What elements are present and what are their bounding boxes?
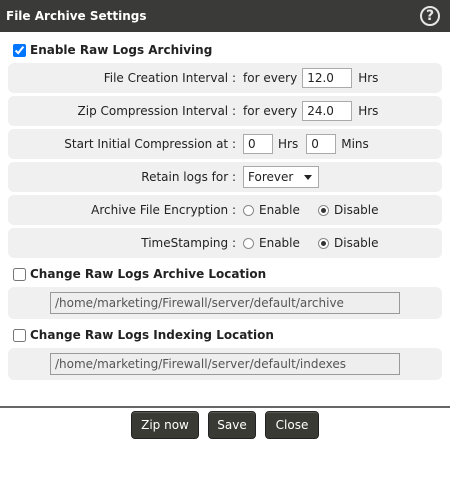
archive-location-checkbox[interactable] [13, 267, 26, 281]
footer-buttons: Zip now Save Close [0, 411, 450, 439]
close-button[interactable]: Close [265, 411, 319, 439]
start-compression-hrs-input[interactable] [243, 134, 273, 154]
timestamping-disable-label: Disable [334, 236, 379, 250]
encryption-label: Archive File Encryption : [91, 203, 236, 217]
encryption-value-group: Enable Disable [243, 203, 379, 217]
encryption-enable-label: Enable [259, 203, 300, 217]
encryption-row: Archive File Encryption : Enable Disable [8, 195, 442, 225]
file-creation-input[interactable] [302, 68, 353, 88]
retain-logs-row: Retain logs for : Forever [8, 162, 442, 192]
enable-archiving-row: Enable Raw Logs Archiving [13, 40, 442, 60]
timestamping-label: TimeStamping : [141, 236, 236, 250]
help-icon[interactable]: ? [420, 6, 440, 26]
indexing-location-row: Change Raw Logs Indexing Location [13, 325, 442, 345]
zip-compression-row: Zip Compression Interval : for every Hrs [8, 96, 442, 126]
start-compression-value-group: Hrs Mins [243, 134, 369, 154]
retain-logs-value-group: Forever [243, 166, 319, 188]
timestamping-disable-radio[interactable] [318, 237, 329, 249]
chevron-down-icon [304, 174, 312, 180]
timestamping-enable-label: Enable [259, 236, 300, 250]
archive-location-label: Change Raw Logs Archive Location [30, 267, 267, 281]
footer-divider [0, 406, 450, 408]
start-compression-hrs-unit: Hrs [278, 137, 299, 151]
archive-location-row: Change Raw Logs Archive Location [13, 264, 442, 284]
dialog-titlebar: File Archive Settings ? [0, 0, 450, 32]
retain-logs-selected: Forever [248, 170, 294, 184]
file-creation-label: File Creation Interval : [103, 71, 236, 85]
enable-archiving-label: Enable Raw Logs Archiving [30, 43, 213, 57]
indexing-path-row [8, 348, 442, 380]
zip-now-button[interactable]: Zip now [131, 411, 199, 439]
enable-archiving-checkbox[interactable] [13, 43, 26, 57]
retain-logs-select[interactable]: Forever [243, 166, 319, 188]
timestamping-value-group: Enable Disable [243, 236, 379, 250]
encryption-enable-radio[interactable] [243, 204, 254, 216]
encryption-enable-option[interactable]: Enable [243, 203, 318, 217]
encryption-disable-option[interactable]: Disable [318, 203, 379, 217]
dialog-title: File Archive Settings [6, 9, 147, 23]
indexing-location-checkbox[interactable] [13, 328, 26, 342]
archive-path-row [8, 287, 442, 319]
retain-logs-label: Retain logs for : [141, 170, 236, 184]
start-compression-mins-unit: Mins [341, 137, 369, 151]
file-creation-prefix: for every [243, 71, 298, 85]
file-archive-settings-dialog: File Archive Settings ? Enable Raw Logs … [0, 0, 450, 483]
timestamping-disable-option[interactable]: Disable [318, 236, 379, 250]
zip-compression-unit: Hrs [358, 104, 379, 118]
dialog-content: Enable Raw Logs Archiving File Creation … [0, 32, 450, 380]
save-button[interactable]: Save [208, 411, 256, 439]
zip-compression-prefix: for every [243, 104, 298, 118]
file-creation-value-group: for every Hrs [243, 68, 378, 88]
start-compression-mins-input[interactable] [306, 134, 337, 154]
zip-compression-label: Zip Compression Interval : [77, 104, 236, 118]
timestamping-enable-option[interactable]: Enable [243, 236, 318, 250]
indexing-path-input[interactable] [50, 353, 400, 375]
file-creation-unit: Hrs [358, 71, 379, 85]
encryption-disable-radio[interactable] [318, 204, 329, 216]
start-compression-row: Start Initial Compression at : Hrs Mins [8, 129, 442, 159]
archive-path-input[interactable] [50, 292, 400, 314]
start-compression-label: Start Initial Compression at : [64, 137, 236, 151]
timestamping-row: TimeStamping : Enable Disable [8, 228, 442, 258]
timestamping-enable-radio[interactable] [243, 237, 254, 249]
zip-compression-value-group: for every Hrs [243, 101, 378, 121]
encryption-disable-label: Disable [334, 203, 379, 217]
indexing-location-label: Change Raw Logs Indexing Location [30, 328, 274, 342]
zip-compression-input[interactable] [302, 101, 353, 121]
file-creation-row: File Creation Interval : for every Hrs [8, 63, 442, 93]
